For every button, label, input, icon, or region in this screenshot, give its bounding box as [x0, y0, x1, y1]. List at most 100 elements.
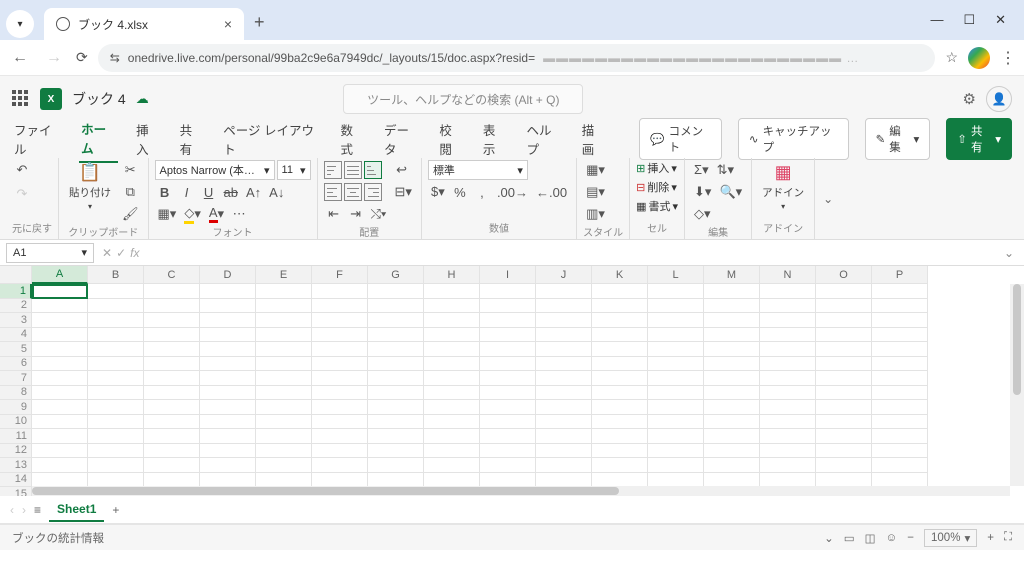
cell[interactable]	[144, 444, 200, 459]
cell[interactable]	[200, 313, 256, 328]
cell[interactable]	[200, 386, 256, 401]
cell[interactable]	[368, 386, 424, 401]
account-icon[interactable]: 👤	[986, 86, 1012, 112]
reload-icon[interactable]: ⟳	[76, 49, 88, 66]
cell[interactable]	[368, 415, 424, 430]
cell[interactable]	[256, 458, 312, 473]
add-sheet-icon[interactable]: +	[112, 503, 119, 517]
column-header[interactable]: K	[592, 266, 648, 284]
cell[interactable]	[536, 357, 592, 372]
cell[interactable]	[200, 415, 256, 430]
shrink-font-icon[interactable]: A↓	[266, 182, 287, 202]
redo-icon[interactable]: ↷	[12, 184, 32, 204]
cell[interactable]	[592, 284, 648, 299]
cell[interactable]	[872, 371, 928, 386]
cell[interactable]	[816, 386, 872, 401]
spreadsheet-grid[interactable]: ABCDEFGHIJKLMNOP123456789101112131415	[0, 266, 1024, 496]
cell[interactable]	[536, 299, 592, 314]
cell[interactable]	[704, 284, 760, 299]
cell[interactable]	[32, 415, 88, 430]
cell[interactable]	[816, 299, 872, 314]
zoom-out-icon[interactable]: −	[907, 532, 914, 544]
share-button[interactable]: ⇧ 共有 ▾	[946, 118, 1012, 160]
cell[interactable]	[144, 371, 200, 386]
profile-avatar[interactable]	[968, 47, 990, 69]
insert-cells-button[interactable]: ⊞ 挿入 ▾	[636, 160, 677, 176]
cell[interactable]	[88, 371, 144, 386]
font-size-select[interactable]: 11▾	[277, 160, 311, 180]
column-header[interactable]: L	[648, 266, 704, 284]
cell[interactable]	[256, 371, 312, 386]
cell[interactable]	[88, 313, 144, 328]
cell[interactable]	[88, 415, 144, 430]
cell[interactable]	[816, 328, 872, 343]
cell[interactable]	[536, 415, 592, 430]
cell[interactable]	[312, 342, 368, 357]
align-top-icon[interactable]	[324, 161, 342, 179]
cell[interactable]	[88, 299, 144, 314]
cell[interactable]	[816, 458, 872, 473]
forward-icon[interactable]: →	[42, 49, 66, 67]
cell[interactable]	[480, 400, 536, 415]
currency-icon[interactable]: $▾	[428, 182, 448, 202]
cell[interactable]	[312, 473, 368, 488]
cell[interactable]	[368, 357, 424, 372]
cell[interactable]	[816, 371, 872, 386]
cell[interactable]	[592, 342, 648, 357]
cell[interactable]	[368, 284, 424, 299]
cell[interactable]	[88, 458, 144, 473]
cell[interactable]	[760, 371, 816, 386]
row-header[interactable]: 15	[0, 487, 32, 496]
decrease-decimal-icon[interactable]: ←.00	[533, 182, 570, 202]
cell[interactable]	[200, 284, 256, 299]
cell[interactable]	[816, 400, 872, 415]
cell[interactable]	[872, 429, 928, 444]
cell[interactable]	[32, 371, 88, 386]
cell[interactable]	[872, 342, 928, 357]
cell[interactable]	[480, 473, 536, 488]
cell[interactable]	[144, 328, 200, 343]
cell[interactable]	[592, 357, 648, 372]
cell[interactable]	[480, 357, 536, 372]
column-header[interactable]: G	[368, 266, 424, 284]
cell[interactable]	[592, 400, 648, 415]
cell[interactable]	[144, 473, 200, 488]
tab-review[interactable]: 校閲	[437, 116, 465, 162]
find-icon[interactable]: 🔍▾	[716, 182, 745, 202]
cell[interactable]	[536, 429, 592, 444]
cell[interactable]	[648, 444, 704, 459]
cell[interactable]	[480, 458, 536, 473]
cell[interactable]	[592, 313, 648, 328]
cell[interactable]	[424, 386, 480, 401]
cell[interactable]	[88, 328, 144, 343]
cell[interactable]	[592, 458, 648, 473]
fill-icon[interactable]: ⬇▾	[691, 182, 714, 202]
column-header[interactable]: C	[144, 266, 200, 284]
cell[interactable]	[648, 371, 704, 386]
cell[interactable]	[32, 342, 88, 357]
zoom-level[interactable]: 100% ▾	[924, 529, 977, 547]
increase-decimal-icon[interactable]: .00→	[494, 182, 531, 202]
cell[interactable]	[536, 342, 592, 357]
cell[interactable]	[424, 415, 480, 430]
cell[interactable]	[704, 342, 760, 357]
cell[interactable]	[144, 386, 200, 401]
site-info-icon[interactable]: ⇆	[110, 51, 120, 65]
sheet-next-icon[interactable]: ›	[22, 503, 26, 517]
sort-icon[interactable]: ⇅▾	[714, 160, 737, 180]
tab-draw[interactable]: 描画	[580, 116, 608, 162]
cell[interactable]	[256, 284, 312, 299]
fill-color-icon[interactable]: ◇▾	[181, 204, 204, 224]
settings-icon[interactable]: ⚙	[963, 90, 976, 108]
name-box[interactable]: A1▾	[6, 243, 94, 263]
cell[interactable]	[312, 415, 368, 430]
cell[interactable]	[200, 458, 256, 473]
cell[interactable]	[424, 357, 480, 372]
tab-help[interactable]: ヘルプ	[524, 116, 563, 162]
cell[interactable]	[368, 444, 424, 459]
cell[interactable]	[312, 299, 368, 314]
number-format-select[interactable]: 標準▾	[428, 160, 528, 180]
cell[interactable]	[32, 299, 88, 314]
tab-share[interactable]: 共有	[178, 116, 206, 162]
cell[interactable]	[424, 473, 480, 488]
